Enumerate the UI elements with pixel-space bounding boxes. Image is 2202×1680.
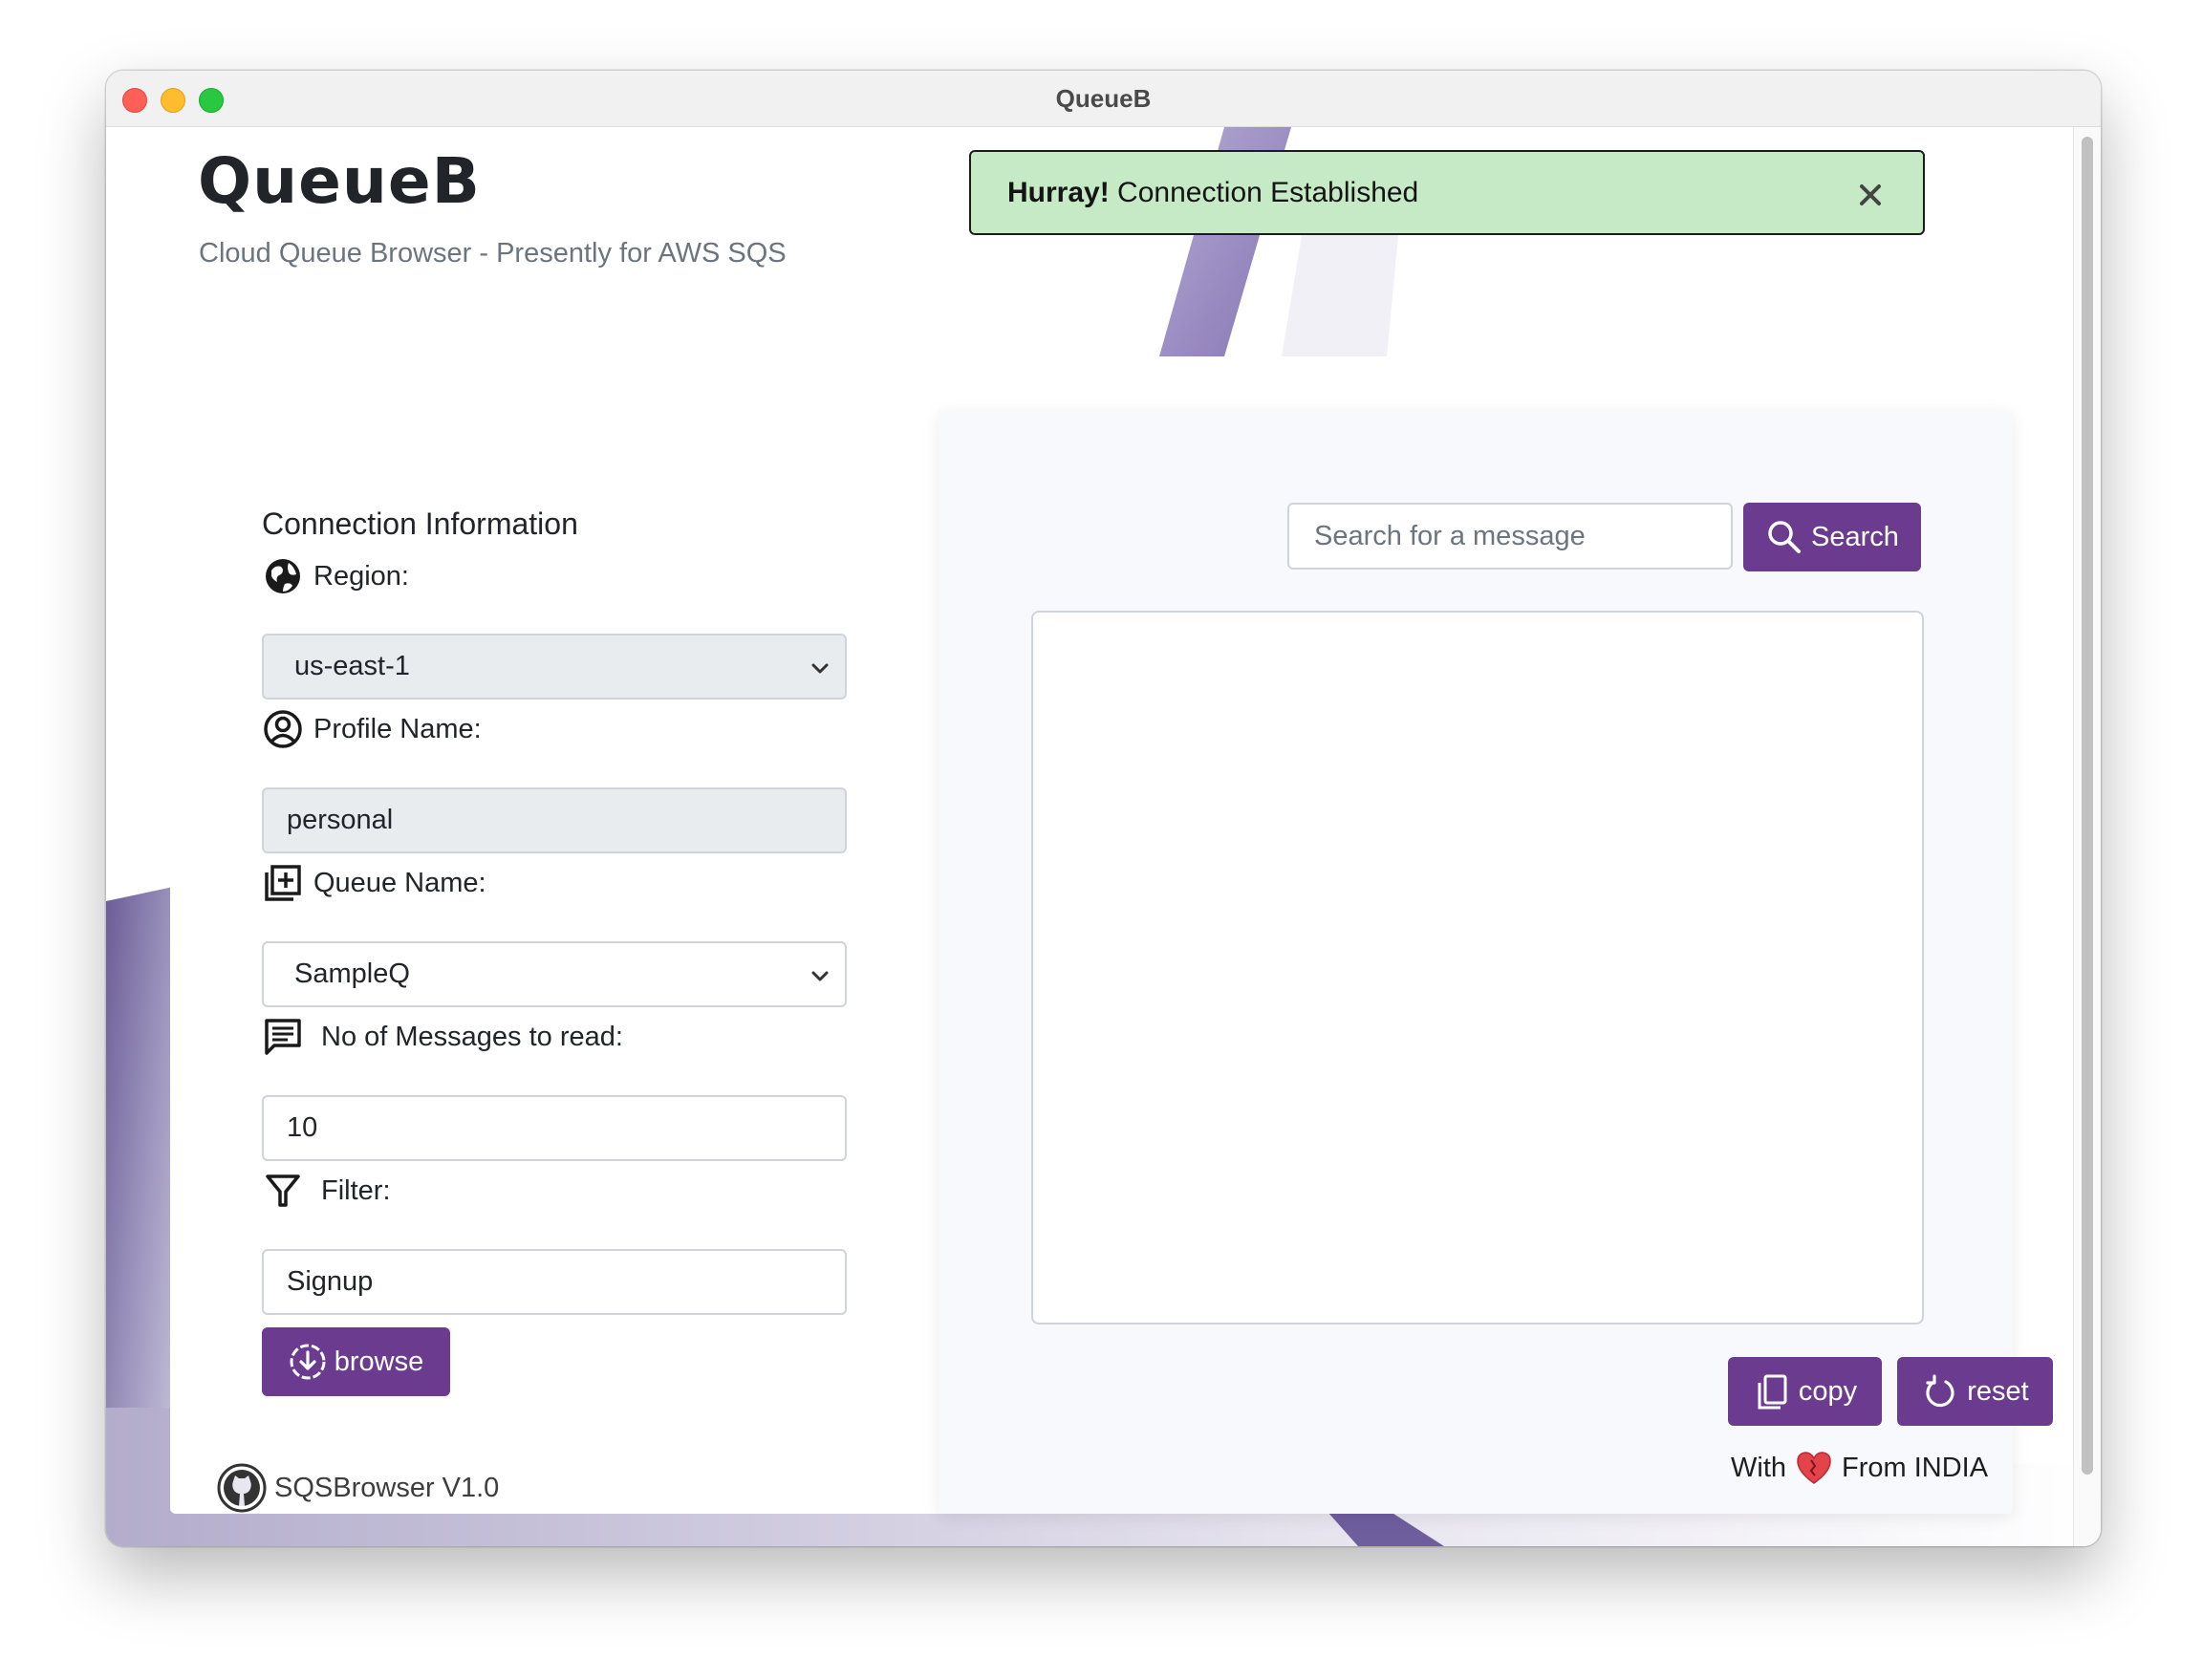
- footer-credit-suffix: From INDIA: [1842, 1452, 1989, 1483]
- copy-button-label: copy: [1798, 1375, 1858, 1407]
- region-select[interactable]: us-east-1: [262, 634, 847, 700]
- alert-body-text: Connection Established: [1109, 177, 1419, 208]
- footer-credit: With From INDIA: [1731, 1448, 1988, 1488]
- user-circle-icon: [262, 708, 304, 750]
- add-to-queue-icon: [262, 862, 304, 904]
- reset-icon: [1921, 1372, 1959, 1411]
- messages-count-value: 10: [287, 1112, 318, 1143]
- app-subtitle: Cloud Queue Browser - Presently for AWS …: [199, 238, 787, 269]
- github-icon: [217, 1463, 267, 1513]
- queue-name-select[interactable]: SampleQ: [262, 941, 847, 1007]
- chevron-down-icon: [811, 971, 829, 981]
- browse-button-label: browse: [334, 1346, 424, 1377]
- title-bar: QueueB: [106, 71, 2101, 127]
- profile-label: Profile Name:: [262, 708, 482, 750]
- browse-button[interactable]: browse: [262, 1327, 450, 1396]
- close-icon[interactable]: [1856, 181, 1885, 209]
- queue-label-text: Queue Name:: [313, 867, 486, 898]
- reset-button[interactable]: reset: [1897, 1357, 2053, 1426]
- search-placeholder: Search for a message: [1314, 520, 1586, 551]
- footer-credit-prefix: With: [1731, 1452, 1786, 1483]
- download-circle-icon: [289, 1343, 327, 1381]
- messages-count-input[interactable]: 10: [262, 1095, 847, 1161]
- alert-message: Hurray! Connection Established: [1007, 177, 1418, 209]
- region-value: us-east-1: [294, 651, 410, 681]
- queue-label: Queue Name:: [262, 862, 486, 904]
- search-input[interactable]: Search for a message: [1287, 503, 1733, 570]
- search-icon: [1765, 518, 1803, 556]
- chat-lines-icon: [262, 1016, 304, 1058]
- copy-button[interactable]: copy: [1728, 1357, 1882, 1426]
- region-label-text: Region:: [313, 560, 409, 592]
- filter-value: Signup: [287, 1266, 374, 1297]
- messages-label-text: No of Messages to read:: [321, 1021, 623, 1052]
- results-panel: Search for a message Search copy reset: [939, 410, 2053, 1514]
- search-button[interactable]: Search: [1743, 503, 1921, 571]
- heart-icon: [1797, 1452, 1831, 1484]
- filter-input[interactable]: Signup: [262, 1249, 847, 1315]
- footer-version-text: SQSBrowser V1.0: [274, 1472, 500, 1503]
- search-button-label: Search: [1811, 521, 1899, 552]
- profile-name-field[interactable]: personal: [262, 787, 847, 853]
- profile-label-text: Profile Name:: [313, 713, 482, 744]
- vertical-scrollbar[interactable]: [2073, 127, 2101, 1546]
- filter-label-text: Filter:: [321, 1174, 391, 1206]
- section-title: Connection Information: [262, 506, 578, 541]
- app-window: QueueB QueueB Cloud Queue Browser - Pres…: [106, 71, 2101, 1546]
- region-label: Region:: [262, 555, 409, 597]
- app-content: QueueB Cloud Queue Browser - Presently f…: [106, 127, 2101, 1546]
- scrollbar-thumb[interactable]: [2082, 137, 2093, 1475]
- app-title: QueueB: [198, 144, 481, 218]
- chevron-down-icon: [811, 663, 829, 674]
- success-alert: Hurray! Connection Established: [969, 150, 1925, 235]
- alert-strong-text: Hurray!: [1007, 177, 1110, 208]
- footer-version[interactable]: SQSBrowser V1.0: [217, 1463, 499, 1513]
- results-textarea[interactable]: [1031, 611, 1924, 1325]
- queue-name-value: SampleQ: [294, 958, 410, 989]
- copy-icon: [1753, 1372, 1791, 1411]
- window-title: QueueB: [1055, 84, 1152, 113]
- funnel-icon: [262, 1170, 304, 1212]
- connection-panel: Connection Information Region: us-east-1…: [170, 410, 939, 1514]
- profile-name-value: personal: [287, 805, 394, 835]
- filter-label: Filter:: [262, 1170, 391, 1212]
- globe-icon: [262, 555, 304, 597]
- reset-button-label: reset: [1967, 1375, 2029, 1407]
- messages-label: No of Messages to read:: [262, 1016, 623, 1058]
